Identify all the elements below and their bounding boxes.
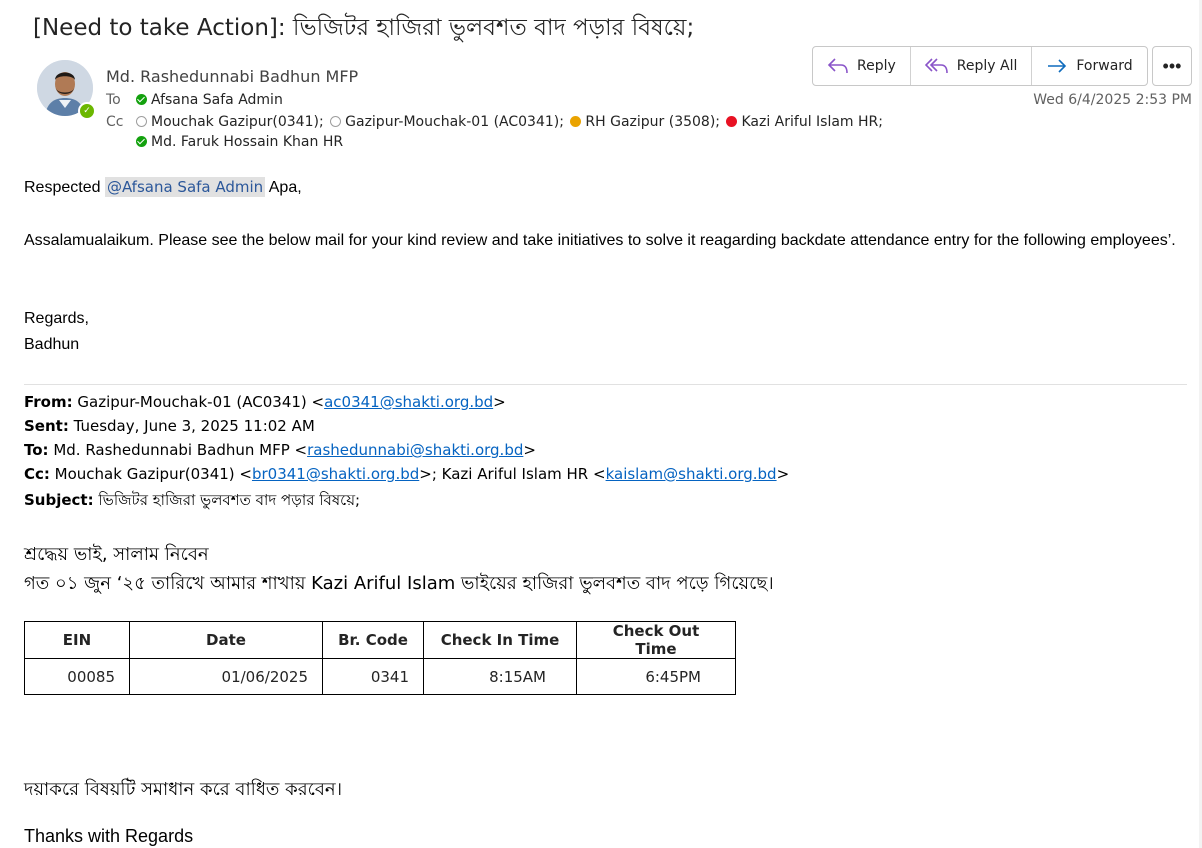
- cc-recipient[interactable]: Mouchak Gazipur(0341);: [151, 114, 324, 130]
- fwd-sent: Sent: Tuesday, June 3, 2025 11:02 AM: [24, 417, 315, 435]
- reply-icon: [827, 58, 848, 74]
- fwd-cc-email-link[interactable]: br0341@shakti.org.bd: [252, 465, 419, 483]
- received-date: Wed 6/4/2025 2:53 PM: [1033, 92, 1192, 108]
- salutation-bn: শ্রদ্ধেয় ভাই, সালাম নিবেন: [24, 544, 209, 565]
- forward-label: Forward: [1076, 58, 1133, 74]
- table-header-row: EIN Date Br. Code Check In Time Check Ou…: [24, 621, 736, 659]
- fwd-subject: Subject: ভিজিটর হাজিরা ভুলবশত বাদ পড়ার …: [24, 489, 360, 514]
- email-subject: [Need to take Action]: ভিজিটর হাজিরা ভুল…: [33, 15, 695, 41]
- reply-label: Reply: [857, 58, 896, 74]
- fwd-sent-label: Sent:: [24, 417, 69, 435]
- presence-unknown-icon: [330, 116, 342, 127]
- forward-divider: [24, 384, 1187, 385]
- presence-unknown-icon: [136, 116, 147, 127]
- to-row: To Afsana Safa Admin: [106, 92, 283, 108]
- reply-all-label: Reply All: [956, 58, 1018, 74]
- fwd-cc-name1: Mouchak Gazipur(0341) <: [49, 465, 252, 483]
- body-paragraph: Assalamualaikum. Please see the below ma…: [24, 232, 1176, 249]
- message-bn: গত ০১ জুন ‘২৫ তারিখে আমার শাখায় Kazi Ar…: [24, 573, 774, 594]
- table-cell: 0341: [322, 658, 424, 695]
- column-header: EIN: [24, 621, 130, 659]
- cc-label: Cc: [106, 114, 124, 130]
- message-actions: Reply Reply All Forward: [812, 46, 1148, 86]
- fwd-cc: Cc: Mouchak Gazipur(0341) <br0341@shakti…: [24, 465, 789, 483]
- attendance-table: EIN Date Br. Code Check In Time Check Ou…: [24, 621, 736, 695]
- cc-row-2: Md. Faruk Hossain Khan HR: [134, 134, 343, 150]
- signature-name: Badhun: [24, 336, 80, 353]
- fwd-from: From: Gazipur-Mouchak-01 (AC0341) <ac034…: [24, 393, 506, 411]
- fwd-to-name: Md. Rashedunnabi Badhun MFP <: [48, 441, 308, 459]
- fwd-cc-mid: >; Kazi Ariful Islam HR <: [419, 465, 606, 483]
- fwd-cc-email-link[interactable]: kaislam@shakti.org.bd: [606, 465, 777, 483]
- table-cell: 00085: [24, 658, 130, 695]
- to-recipient[interactable]: Afsana Safa Admin: [151, 92, 283, 108]
- presence-available-icon: [136, 136, 147, 147]
- cc-recipient[interactable]: Gazipur-Mouchak-01 (AC0341);: [345, 114, 564, 130]
- more-actions-button[interactable]: •••: [1152, 46, 1192, 86]
- presence-available-icon: [136, 94, 147, 105]
- presence-available-icon: ✓: [78, 102, 96, 120]
- cc-recipient[interactable]: Kazi Ariful Islam HR;: [741, 114, 883, 130]
- cc-row: Cc Mouchak Gazipur(0341); Gazipur-Mouchak…: [106, 114, 883, 130]
- fwd-from-label: From:: [24, 393, 73, 411]
- mention-tag[interactable]: @Afsana Safa Admin: [104, 177, 266, 197]
- regards: Regards,: [24, 310, 89, 327]
- table-cell: 01/06/2025: [129, 658, 323, 695]
- forward-icon: [1048, 59, 1067, 73]
- presence-busy-icon: [726, 116, 738, 127]
- fwd-cc-label: Cc:: [24, 465, 50, 483]
- fwd-sent-value: Tuesday, June 3, 2025 11:02 AM: [68, 417, 315, 435]
- reply-all-button[interactable]: Reply All: [911, 47, 1033, 85]
- fwd-cc-close: >: [776, 465, 790, 483]
- forward-button[interactable]: Forward: [1032, 47, 1146, 85]
- fwd-to-email-link[interactable]: rashedunnabi@shakti.org.bd: [307, 441, 523, 459]
- greeting-suffix: Apa,: [265, 179, 302, 196]
- fwd-to-label: To:: [24, 441, 49, 459]
- cc-recipient[interactable]: Md. Faruk Hossain Khan HR: [151, 134, 343, 150]
- fwd-subject-label: Subject:: [24, 491, 94, 509]
- column-header: Br. Code: [322, 621, 424, 659]
- fwd-from-email-link[interactable]: ac0341@shakti.org.bd: [324, 393, 493, 411]
- closing-bn: দয়াকরে বিষয়টি সমাধান করে বাধিত করবেন।: [24, 779, 343, 800]
- fwd-subject-value: ভিজিটর হাজিরা ভুলবশত বাদ পড়ার বিষয়ে;: [93, 491, 361, 509]
- fwd-to-close: >: [523, 441, 536, 459]
- reply-button[interactable]: Reply: [813, 47, 911, 85]
- table-cell: 6:45PM: [576, 658, 736, 695]
- fwd-from-name: Gazipur-Mouchak-01 (AC0341) <: [72, 393, 325, 411]
- reply-all-icon: [924, 58, 948, 74]
- cc-recipient[interactable]: RH Gazipur (3508);: [585, 114, 720, 130]
- table-row: 00085 01/06/2025 0341 8:15AM 6:45PM: [24, 658, 736, 695]
- fwd-to: To: Md. Rashedunnabi Badhun MFP <rashedu…: [24, 441, 536, 459]
- presence-away-icon: [570, 116, 582, 127]
- fwd-from-close: >: [493, 393, 506, 411]
- column-header: Check Out Time: [576, 621, 736, 659]
- column-header: Date: [129, 621, 323, 659]
- column-header: Check In Time: [423, 621, 577, 659]
- to-label: To: [106, 92, 121, 108]
- table-cell: 8:15AM: [423, 658, 577, 695]
- more-icon: •••: [1162, 55, 1182, 76]
- sender-name[interactable]: Md. Rashedunnabi Badhun MFP: [106, 67, 358, 86]
- greeting: Respected @Afsana Safa Admin Apa,: [24, 177, 302, 197]
- greeting-prefix: Respected: [24, 179, 105, 196]
- thanks-line: Thanks with Regards: [24, 826, 194, 846]
